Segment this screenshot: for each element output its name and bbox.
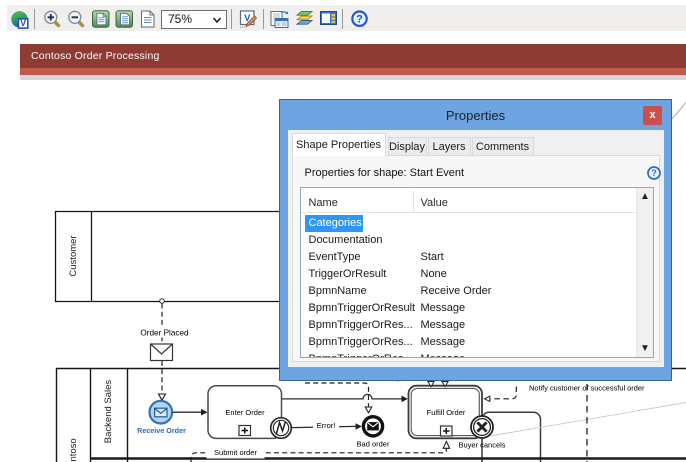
svg-text:Buyer cancels: Buyer cancels [458,441,505,450]
svg-text:?: ? [651,168,657,178]
svg-text:Backend Sales: Backend Sales [103,380,114,444]
svg-text:Contoso: Contoso [68,438,79,462]
svg-text:Bad order: Bad order [357,440,390,449]
svg-text:Submit order: Submit order [214,448,257,457]
svg-text:Customer: Customer [68,235,79,276]
svg-text:Order Placed: Order Placed [140,329,189,338]
svg-text:Fulfill Order: Fulfill Order [427,408,466,417]
svg-text:Error!: Error! [317,421,336,430]
svg-text:Receive Order: Receive Order [137,426,186,435]
svg-text:Enter Order: Enter Order [225,408,265,417]
